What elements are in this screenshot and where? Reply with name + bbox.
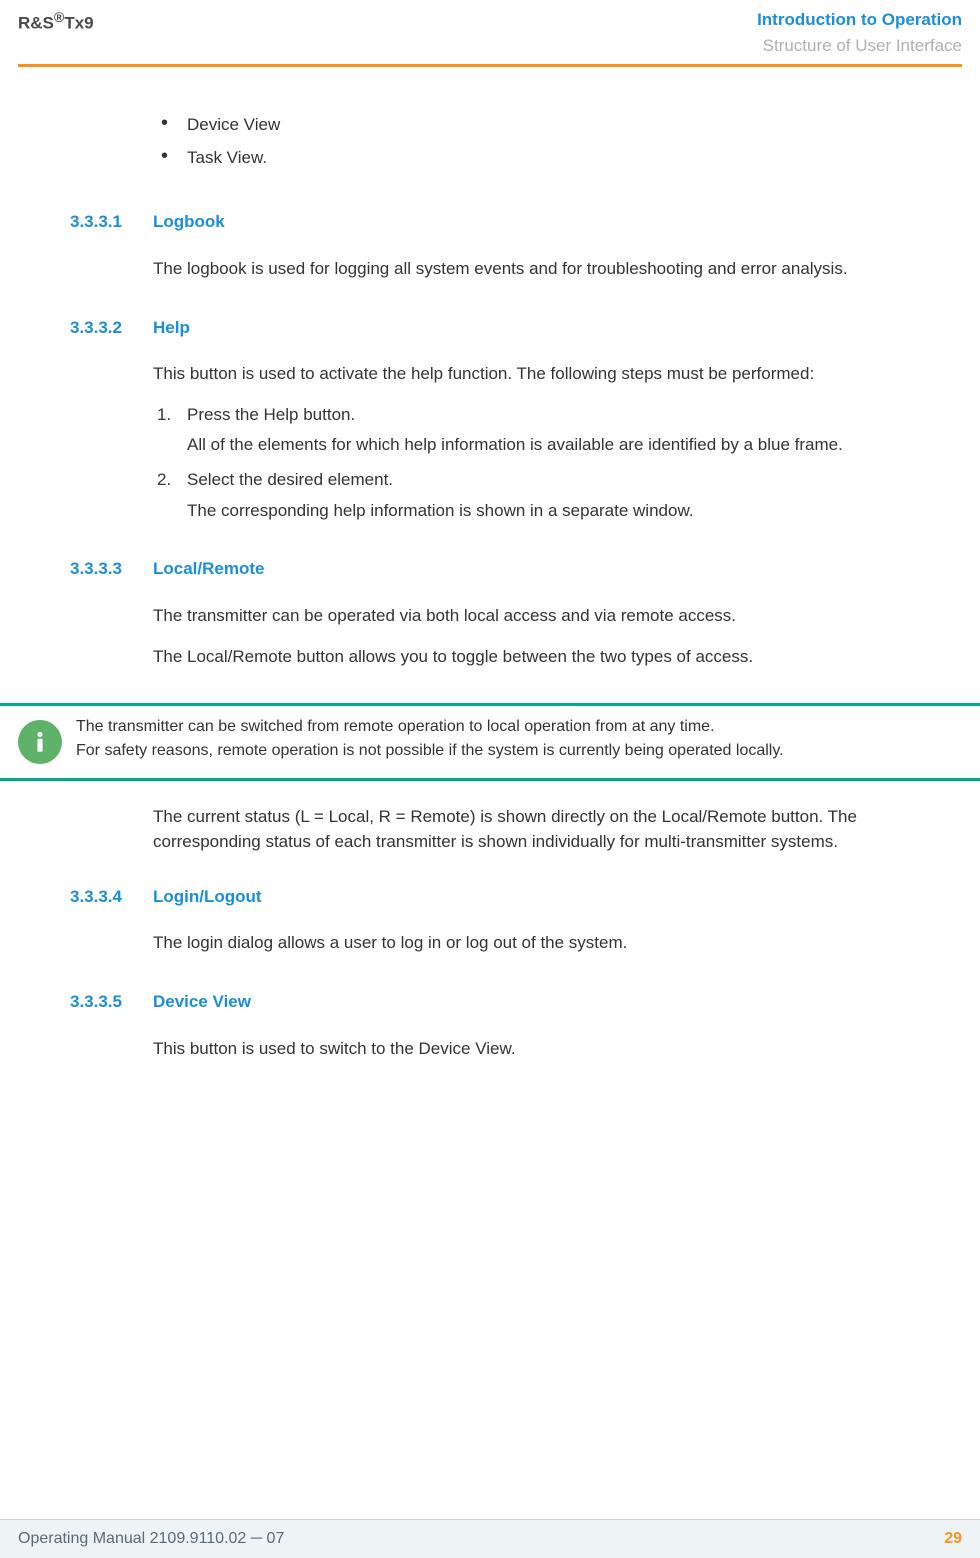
list-item: Device View: [153, 113, 920, 138]
heading-number: 3.3.3.2: [70, 316, 153, 341]
chapter-title: Introduction to Operation: [757, 10, 962, 30]
heading-number: 3.3.3.1: [70, 210, 153, 235]
page-content-continued: The current status (L = Local, R = Remot…: [0, 801, 980, 1061]
section-local-remote: 3.3.3.3 Local/Remote The transmitter can…: [70, 557, 920, 669]
heading-help: 3.3.3.2 Help: [70, 316, 920, 341]
heading-logbook: 3.3.3.1 Logbook: [70, 210, 920, 235]
page-header: R&S®Tx9 Introduction to Operation Struct…: [0, 0, 980, 62]
heading-number: 3.3.3.3: [70, 557, 153, 582]
info-para: The transmitter can be switched from rem…: [76, 718, 932, 736]
heading-text: Logbook: [153, 210, 225, 235]
body-text: This button is used to switch to the Dev…: [153, 1037, 920, 1062]
info-callout: The transmitter can be switched from rem…: [0, 703, 980, 781]
step-sub: The corresponding help information is sh…: [187, 499, 920, 524]
section-title: Structure of User Interface: [757, 36, 962, 56]
step-main: Select the desired element.: [187, 468, 920, 493]
footer-left: Operating Manual 2109.9110.02 ─ 07: [18, 1530, 284, 1548]
body-text: The login dialog allows a user to log in…: [153, 931, 920, 956]
section-login-logout: 3.3.3.4 Login/Logout The login dialog al…: [70, 885, 920, 956]
heading-text: Login/Logout: [153, 885, 262, 910]
section-device-view: 3.3.3.5 Device View This button is used …: [70, 990, 920, 1061]
section-help: 3.3.3.2 Help This button is used to acti…: [70, 316, 920, 524]
heading-device-view: 3.3.3.5 Device View: [70, 990, 920, 1015]
header-titles: Introduction to Operation Structure of U…: [757, 10, 962, 56]
body-text: The logbook is used for logging all syst…: [153, 257, 920, 282]
info-icon: [18, 720, 62, 764]
heading-text: Help: [153, 316, 190, 341]
info-para: For safety reasons, remote operation is …: [76, 742, 932, 760]
heading-login-logout: 3.3.3.4 Login/Logout: [70, 885, 920, 910]
page-footer: Operating Manual 2109.9110.02 ─ 07 29: [0, 1519, 980, 1558]
heading-text: Local/Remote: [153, 557, 264, 582]
product-name: R&S®Tx9: [18, 10, 94, 34]
section-logbook: 3.3.3.1 Logbook The logbook is used for …: [70, 210, 920, 281]
page-content: Device View Task View. 3.3.3.1 Logbook T…: [0, 67, 980, 669]
page-number: 29: [944, 1530, 962, 1548]
step-list: Press the Help button. All of the elemen…: [153, 403, 920, 524]
heading-number: 3.3.3.4: [70, 885, 153, 910]
body-text: The current status (L = Local, R = Remot…: [153, 805, 920, 854]
body-text: The transmitter can be operated via both…: [153, 604, 920, 629]
heading-number: 3.3.3.5: [70, 990, 153, 1015]
step-sub: All of the elements for which help infor…: [187, 433, 920, 458]
list-item: Task View.: [153, 146, 920, 171]
step-item: Press the Help button. All of the elemen…: [153, 403, 920, 458]
heading-text: Device View: [153, 990, 251, 1015]
step-item: Select the desired element. The correspo…: [153, 468, 920, 523]
info-glyph-icon: [27, 729, 53, 755]
heading-local-remote: 3.3.3.3 Local/Remote: [70, 557, 920, 582]
info-text: The transmitter can be switched from rem…: [76, 718, 980, 766]
body-text: This button is used to activate the help…: [153, 362, 920, 387]
intro-bullet-list: Device View Task View.: [153, 113, 920, 170]
body-text: The Local/Remote button allows you to to…: [153, 645, 920, 670]
step-main: Press the Help button.: [187, 403, 920, 428]
